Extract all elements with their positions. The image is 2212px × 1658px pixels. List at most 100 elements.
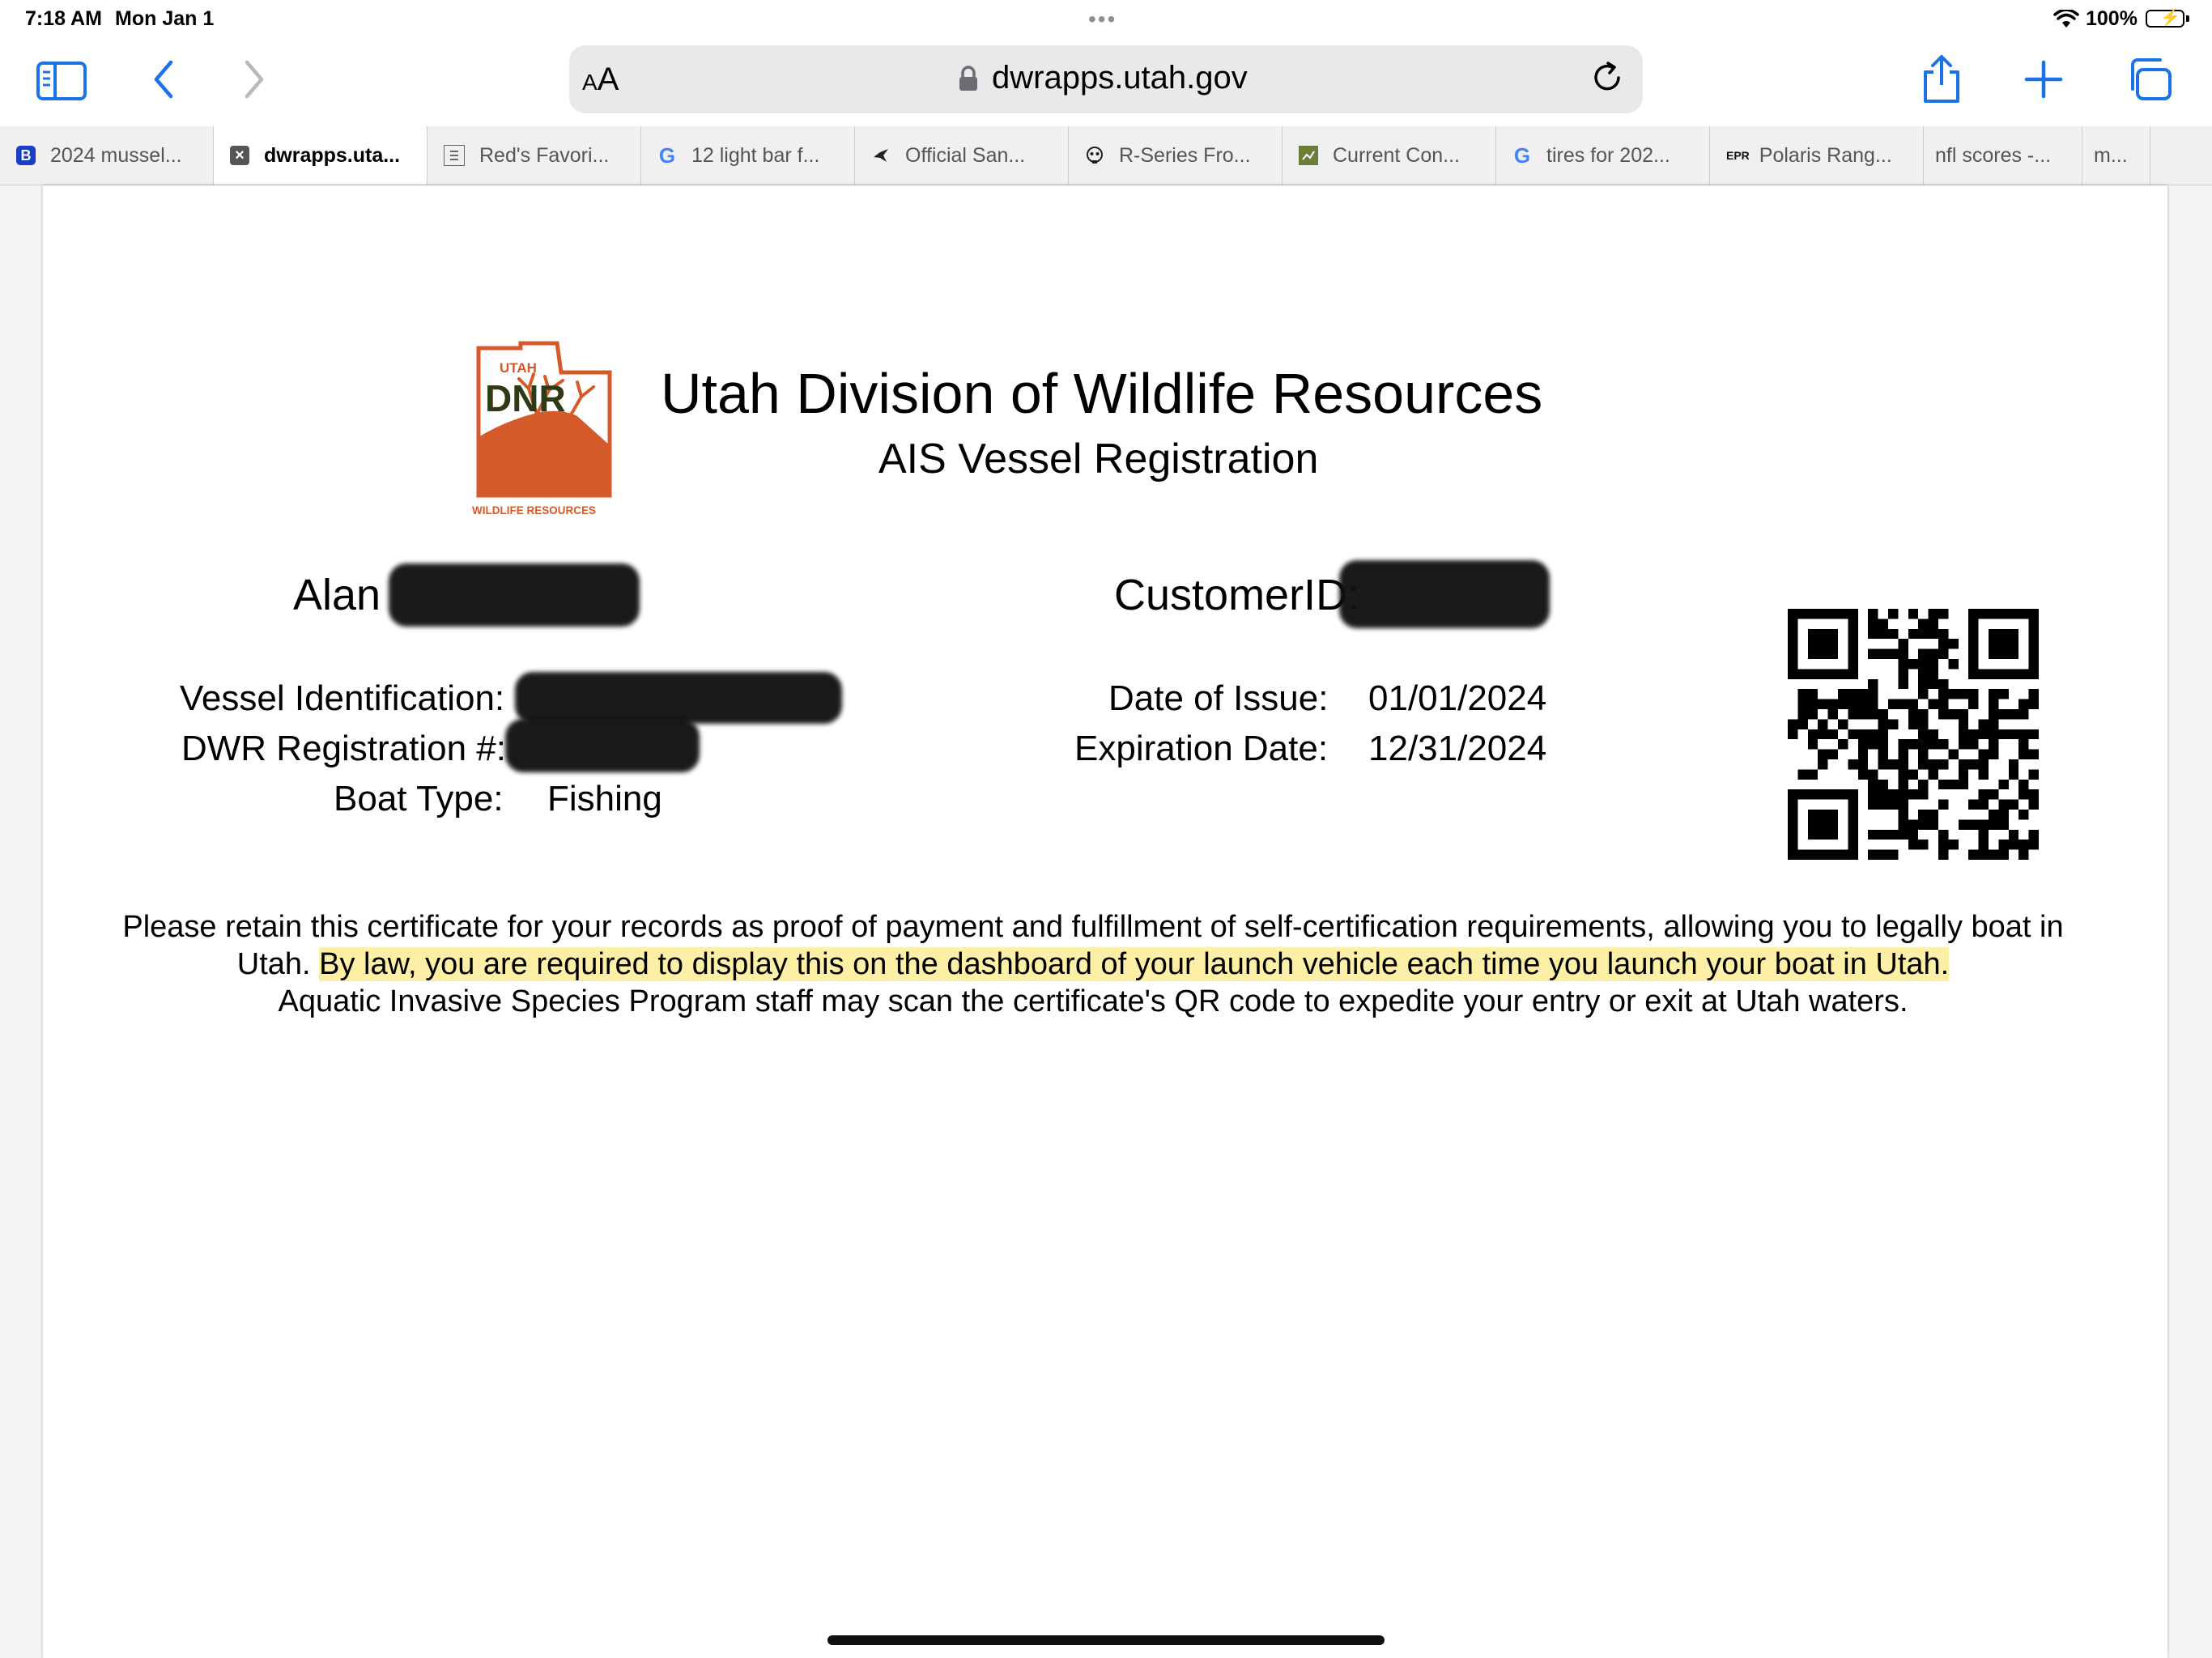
qr-module xyxy=(1989,849,1999,860)
qr-module xyxy=(1818,789,1828,800)
qr-module xyxy=(1888,759,1899,770)
qr-module xyxy=(1998,840,2009,850)
qr-module xyxy=(1898,819,1908,830)
qr-module xyxy=(1878,779,1888,790)
qr-module xyxy=(1788,729,1798,740)
qr-module xyxy=(2028,689,2039,699)
reader-options-button[interactable]: AA xyxy=(582,62,619,98)
tab-label: Current Con... xyxy=(1333,143,1461,167)
qr-module xyxy=(1928,678,1938,690)
customer-id-label: CustomerID: xyxy=(1114,571,1360,619)
tab-tires[interactable]: G tires for 202... xyxy=(1496,126,1710,185)
qr-module xyxy=(1807,769,1819,780)
tab-mussel[interactable]: B 2024 mussel... xyxy=(0,126,214,185)
qr-module xyxy=(1928,659,1938,670)
qr-module xyxy=(1978,799,1989,810)
back-button[interactable] xyxy=(134,55,193,107)
qr-module xyxy=(1818,749,1828,759)
tab-official[interactable]: Official San... xyxy=(855,126,1069,185)
qr-module xyxy=(1968,619,1979,629)
qr-module xyxy=(1788,719,1798,729)
qr-module xyxy=(1948,659,1959,670)
sidebar-toggle-icon[interactable] xyxy=(32,55,91,107)
qr-module xyxy=(1818,628,1828,640)
qr-module xyxy=(1807,609,1819,619)
qr-module xyxy=(1878,619,1888,629)
qr-module xyxy=(1908,699,1919,709)
qr-module xyxy=(1797,849,1808,860)
tab-dwrapps[interactable]: × dwrapps.uta... xyxy=(214,126,428,185)
tab-overview-button[interactable] xyxy=(2120,55,2178,107)
qr-module xyxy=(1827,729,1838,740)
qr-module xyxy=(1978,819,1989,830)
qr-module xyxy=(1918,669,1929,679)
close-tab-icon[interactable]: × xyxy=(230,146,249,165)
qr-module xyxy=(2028,769,2039,780)
qr-module xyxy=(2028,829,2039,840)
qr-module xyxy=(1788,619,1798,629)
qr-module xyxy=(2018,849,2029,860)
home-indicator[interactable] xyxy=(827,1635,1385,1645)
qr-module xyxy=(1918,789,1929,800)
qr-module xyxy=(1908,829,1919,840)
qr-module xyxy=(1968,739,1979,750)
tab-polaris[interactable]: EPR Polaris Rang... xyxy=(1710,126,1924,185)
qr-module xyxy=(1928,628,1938,640)
qr-module xyxy=(1908,709,1919,720)
qr-module xyxy=(1868,849,1878,860)
qr-module xyxy=(2028,648,2039,659)
qr-module xyxy=(1788,829,1798,840)
certificate-subtitle: AIS Vessel Registration xyxy=(878,436,1319,483)
qr-module xyxy=(1888,719,1899,729)
qr-module xyxy=(2018,709,2029,720)
qr-module xyxy=(1968,759,1979,770)
qr-module xyxy=(1857,739,1869,750)
qr-module xyxy=(1818,699,1828,709)
qr-module xyxy=(1998,628,2009,640)
new-tab-button[interactable] xyxy=(2014,55,2073,107)
qr-module xyxy=(1848,619,1858,629)
qr-module xyxy=(1788,849,1798,860)
forward-button[interactable] xyxy=(225,55,283,107)
qr-module xyxy=(1868,829,1878,840)
qr-module xyxy=(1928,619,1938,629)
qr-module xyxy=(1848,810,1858,820)
qr-module xyxy=(1878,648,1888,659)
multitasking-dots[interactable]: ••• xyxy=(1088,6,1117,32)
tab-current-con[interactable]: Current Con... xyxy=(1283,126,1496,185)
bird-favicon-icon xyxy=(871,146,891,165)
qr-module xyxy=(1848,709,1858,720)
qr-module xyxy=(1898,678,1908,690)
qr-module xyxy=(1978,759,1989,770)
tab-r-series[interactable]: R-Series Fro... xyxy=(1069,126,1283,185)
qr-module xyxy=(1898,829,1908,840)
qr-module xyxy=(2008,829,2019,840)
qr-module xyxy=(1878,799,1888,810)
qr-module xyxy=(1857,729,1869,740)
tab-more[interactable]: m... xyxy=(2082,126,2150,185)
qr-module xyxy=(1848,639,1858,649)
qr-module xyxy=(1807,639,1819,649)
reload-icon[interactable] xyxy=(1589,60,1625,100)
epr-favicon-icon: EPR xyxy=(1726,149,1750,162)
qr-module xyxy=(1838,739,1848,750)
utah-dnr-logo: UTAH DNR WILDLIFE RESOURCES xyxy=(472,340,618,518)
qr-module xyxy=(1998,810,2009,820)
owner-name: Alan xyxy=(293,571,381,619)
qr-module xyxy=(1848,689,1858,699)
qr-module xyxy=(1868,619,1878,629)
qr-module xyxy=(1918,840,1929,850)
address-bar[interactable]: AA dwrapps.utah.gov xyxy=(569,45,1643,113)
qr-module xyxy=(1928,729,1938,740)
qr-module xyxy=(1788,659,1798,670)
tab-nfl-scores[interactable]: nfl scores -... xyxy=(1924,126,2082,185)
google-favicon-icon: G xyxy=(1513,142,1531,168)
qr-module xyxy=(1938,648,1949,659)
qr-module xyxy=(1797,709,1808,720)
tab-light-bar[interactable]: G 12 light bar f... xyxy=(641,126,855,185)
qr-module xyxy=(1807,810,1819,820)
share-button[interactable] xyxy=(1912,54,1971,107)
qr-module xyxy=(1978,769,1989,780)
tab-reds[interactable]: Red's Favori... xyxy=(428,126,641,185)
qr-module xyxy=(1968,819,1979,830)
